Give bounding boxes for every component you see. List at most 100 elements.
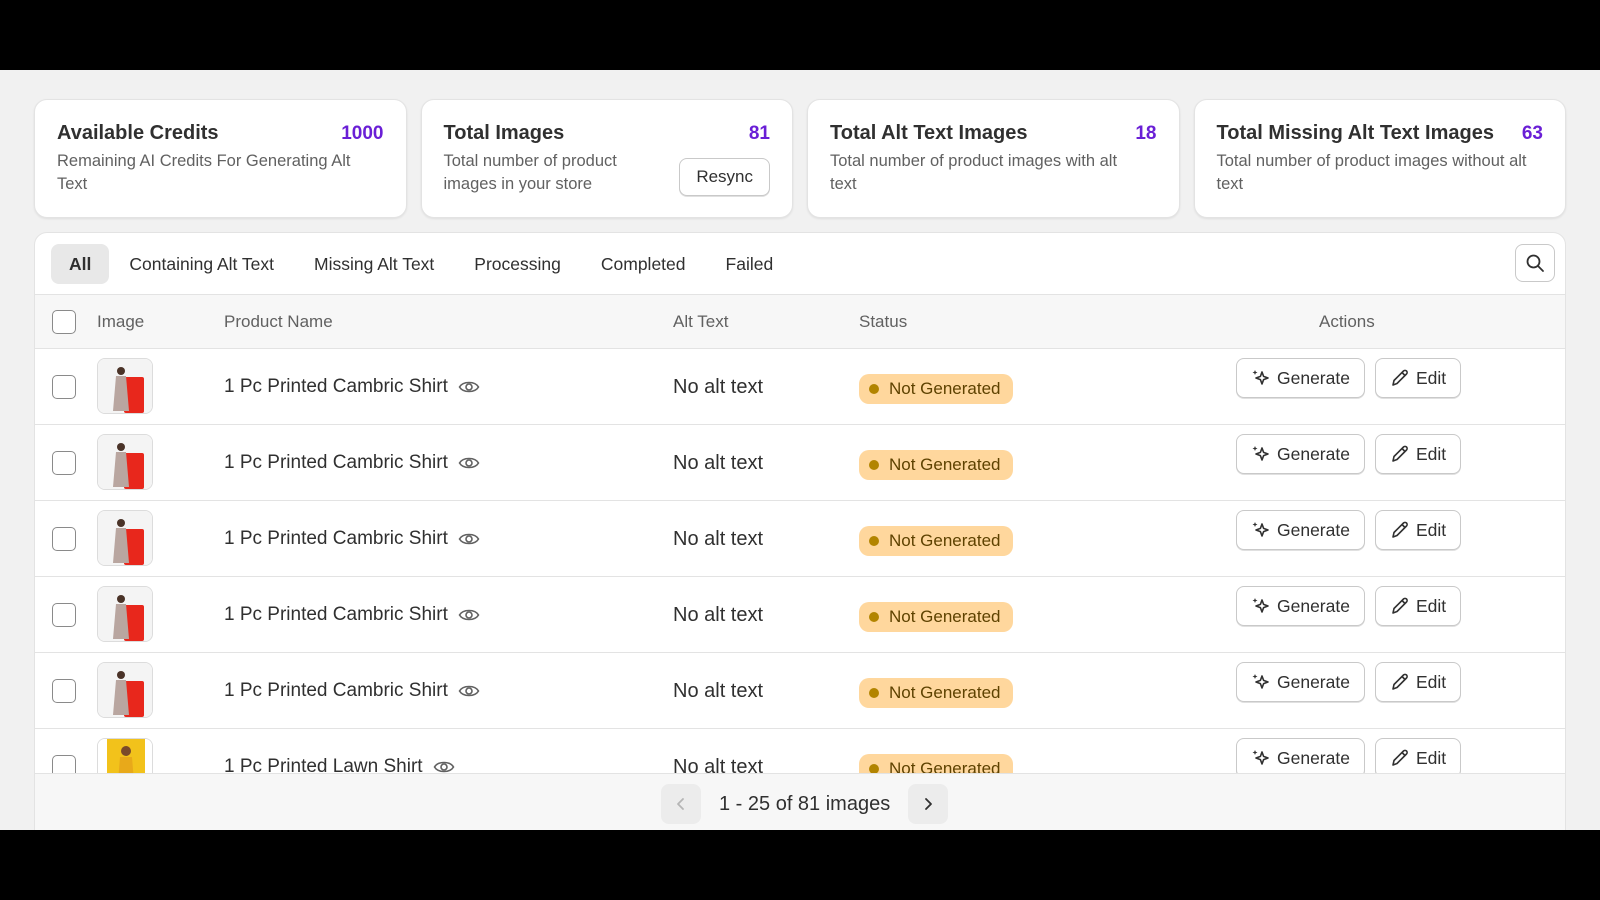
resync-button[interactable]: Resync <box>679 158 770 196</box>
row-checkbox[interactable] <box>52 755 76 773</box>
eye-icon[interactable] <box>458 379 480 395</box>
generate-button[interactable]: Generate <box>1236 662 1365 702</box>
chevron-left-icon <box>677 798 684 810</box>
generate-label: Generate <box>1277 595 1350 616</box>
status-label: Not Generated <box>889 683 1001 702</box>
product-name: 1 Pc Printed Cambric Shirt <box>224 680 448 701</box>
status-label: Not Generated <box>889 759 1001 773</box>
select-all-checkbox[interactable] <box>52 310 76 334</box>
product-name-cell: 1 Pc Printed Cambric Shirt <box>224 653 480 729</box>
status-badge: Not Generated <box>859 602 1013 632</box>
pagination-label: 1 - 25 of 81 images <box>719 792 891 815</box>
status-badge: Not Generated <box>859 526 1013 556</box>
generate-label: Generate <box>1277 519 1350 540</box>
status-label: Not Generated <box>889 607 1001 626</box>
generate-button[interactable]: Generate <box>1236 434 1365 474</box>
previous-page-button[interactable] <box>661 784 701 824</box>
product-thumbnail <box>97 586 153 642</box>
product-thumbnail <box>97 738 153 773</box>
product-name: 1 Pc Printed Cambric Shirt <box>224 452 448 473</box>
column-header-actions: Actions <box>1319 312 1375 331</box>
next-page-button[interactable] <box>908 784 949 824</box>
stat-value: 81 <box>748 123 770 144</box>
pencil-icon <box>1390 444 1410 464</box>
app-window: Available Credits 1000 Remaining AI Cred… <box>0 70 1600 830</box>
edit-button[interactable]: Edit <box>1375 434 1462 474</box>
product-thumbnail <box>97 358 153 414</box>
stat-card-total-images: Total Images 81 Total number of product … <box>420 99 793 218</box>
status-dot <box>869 688 879 698</box>
stat-value: 63 <box>1521 123 1543 144</box>
product-name-cell: 1 Pc Printed Cambric Shirt <box>224 577 480 653</box>
stat-description: Total number of product images with alt … <box>830 152 1118 193</box>
edit-button[interactable]: Edit <box>1375 358 1462 398</box>
table-header: Image Product Name Alt Text Status Actio… <box>35 295 1565 349</box>
table-row: 1 Pc Printed Cambric Shirt No alt text Not… <box>35 349 1565 425</box>
status-dot <box>869 460 879 470</box>
pencil-icon <box>1390 748 1410 768</box>
edit-label: Edit <box>1416 367 1447 388</box>
row-checkbox[interactable] <box>52 451 76 475</box>
pencil-icon <box>1390 368 1410 388</box>
alt-text-value: No alt text <box>673 376 764 398</box>
sparkle-icon <box>1251 748 1271 768</box>
edit-label: Edit <box>1416 443 1447 464</box>
sparkle-icon <box>1251 520 1271 540</box>
edit-label: Edit <box>1416 595 1447 616</box>
edit-button[interactable]: Edit <box>1375 586 1462 626</box>
table-body: 1 Pc Printed Cambric Shirt No alt text Not… <box>35 349 1565 773</box>
generate-button[interactable]: Generate <box>1236 510 1365 550</box>
eye-icon[interactable] <box>433 759 455 773</box>
filter-tabs: All Containing Alt Text Missing Alt Text… <box>35 233 1565 295</box>
row-checkbox[interactable] <box>52 527 76 551</box>
tab-processing[interactable]: Processing <box>454 244 581 284</box>
eye-icon[interactable] <box>458 531 480 547</box>
eye-icon[interactable] <box>458 455 480 471</box>
column-header-status: Status <box>859 312 908 331</box>
tab-completed[interactable]: Completed <box>581 244 706 284</box>
eye-icon[interactable] <box>458 683 480 699</box>
status-dot <box>869 536 879 546</box>
stat-value: 18 <box>1135 123 1157 144</box>
stat-title: Total Missing Alt Text Images <box>1216 122 1494 144</box>
product-name-cell: 1 Pc Printed Cambric Shirt <box>224 425 480 501</box>
product-name-cell: 1 Pc Printed Cambric Shirt <box>224 349 480 425</box>
edit-button[interactable]: Edit <box>1375 662 1462 702</box>
stat-description: Total number of product images without a… <box>1216 152 1527 193</box>
images-table-card: All Containing Alt Text Missing Alt Text… <box>34 232 1566 830</box>
stat-description: Total number of product images in your s… <box>443 152 617 193</box>
pagination: 1 - 25 of 81 images <box>661 784 949 824</box>
sparkle-icon <box>1251 444 1271 464</box>
edit-button[interactable]: Edit <box>1375 738 1462 773</box>
eye-icon[interactable] <box>458 607 480 623</box>
column-header-image: Image <box>97 312 145 331</box>
stats-row: Available Credits 1000 Remaining AI Cred… <box>34 99 1566 218</box>
generate-label: Generate <box>1277 443 1350 464</box>
column-header-alt-text: Alt Text <box>673 312 729 331</box>
pencil-icon <box>1390 596 1410 616</box>
generate-button[interactable]: Generate <box>1236 586 1365 626</box>
edit-button[interactable]: Edit <box>1375 510 1462 550</box>
row-checkbox[interactable] <box>52 375 76 399</box>
row-checkbox[interactable] <box>52 679 76 703</box>
pencil-icon <box>1390 520 1410 540</box>
generate-button[interactable]: Generate <box>1236 358 1365 398</box>
generate-label: Generate <box>1277 671 1350 692</box>
table-footer: 1 - 25 of 81 images <box>35 773 1565 830</box>
generate-label: Generate <box>1277 747 1350 768</box>
search-icon <box>1526 254 1544 272</box>
tab-failed[interactable]: Failed <box>706 244 794 284</box>
product-thumbnail <box>97 434 153 490</box>
stat-card-alt-text-images: Total Alt Text Images 18 Total number of… <box>807 99 1180 218</box>
row-checkbox[interactable] <box>52 603 76 627</box>
status-label: Not Generated <box>889 531 1001 550</box>
tab-containing-alt-text[interactable]: Containing Alt Text <box>109 244 294 284</box>
tab-missing-alt-text[interactable]: Missing Alt Text <box>294 244 454 284</box>
tab-all[interactable]: All <box>51 243 110 284</box>
pencil-icon <box>1390 672 1410 692</box>
generate-button[interactable]: Generate <box>1236 738 1365 773</box>
product-name-cell: 1 Pc Printed Lawn Shirt <box>224 729 455 773</box>
generate-label: Generate <box>1277 367 1350 388</box>
product-name: 1 Pc Printed Cambric Shirt <box>224 604 448 625</box>
search-button[interactable] <box>1515 244 1555 282</box>
